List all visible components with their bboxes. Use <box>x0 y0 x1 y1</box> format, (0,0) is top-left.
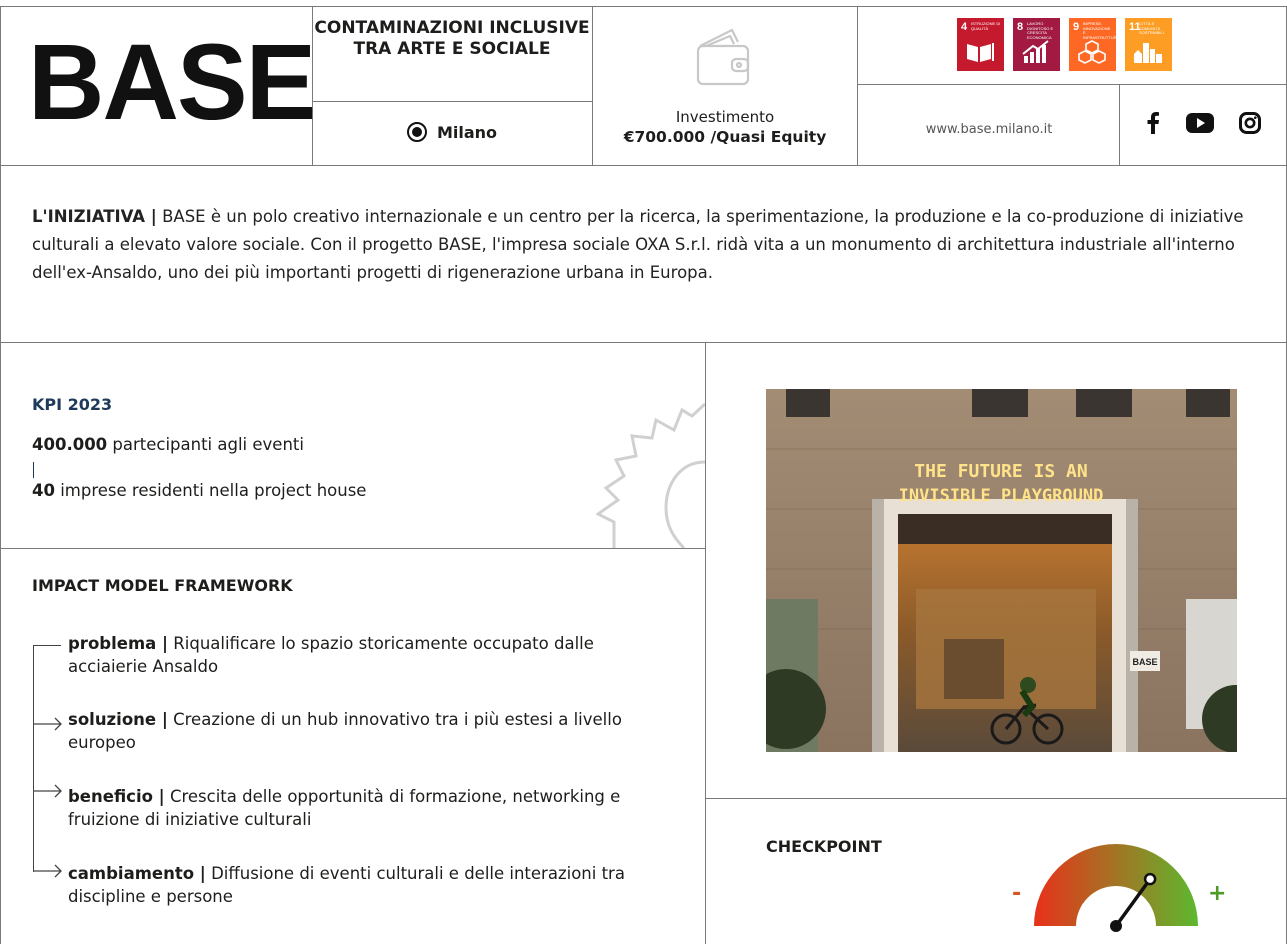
buildings-icon <box>1134 43 1162 63</box>
growth-chart-icon <box>1022 40 1049 63</box>
checkpoint-gauge: - + <box>1000 840 1240 936</box>
kpi-label: imprese residenti nella project house <box>54 481 367 500</box>
initiative-text: BASE è un polo creativo internazionale e… <box>32 207 1244 282</box>
facebook-icon[interactable] <box>1146 112 1160 138</box>
divider <box>705 342 706 944</box>
sdg-label: Città e comunità sostenibili <box>1139 21 1164 35</box>
investment: Investimento €700.000 /Quasi Equity <box>593 107 857 147</box>
building-photo: THE FUTURE IS AN INVISIBLE PLAYGROUND BA… <box>766 389 1237 752</box>
kpi-value: 400.000 <box>32 435 108 454</box>
sdg-badge: 4 Istruzione di qualità <box>957 18 1004 71</box>
initiative-label: L'INIZIATIVA | <box>32 207 157 226</box>
framework-item: cambiamento | Diffusione di eventi cultu… <box>68 862 668 908</box>
checkpoint-title: CHECKPOINT <box>766 837 882 856</box>
youtube-icon[interactable] <box>1185 113 1214 137</box>
framework-key: problema | <box>68 634 169 653</box>
social-links <box>1120 112 1287 138</box>
framework-key: beneficio | <box>68 787 165 806</box>
framework-connector <box>33 645 34 872</box>
framework-key: soluzione | <box>68 710 168 729</box>
kpi-title: KPI 2023 <box>32 395 113 414</box>
base-logo: BASE <box>28 21 316 142</box>
wallet-icon <box>692 26 752 92</box>
sdg-badge: 11 Città e comunità sostenibili <box>1125 18 1172 71</box>
kpi-separator <box>33 462 34 478</box>
sdg-label: Imprese, innovazione e infrastrutture <box>1083 21 1120 40</box>
framework-key: cambiamento | <box>68 864 206 883</box>
investment-label: Investimento <box>675 108 775 126</box>
gauge-arc <box>1034 844 1198 926</box>
kpi-label: partecipanti agli eventi <box>107 435 304 454</box>
kpi-item: 400.000 partecipanti agli eventi <box>32 435 304 454</box>
arrow-right-icon <box>33 864 62 878</box>
framework-item: soluzione | Creazione di un hub innovati… <box>68 708 628 754</box>
framework-connector <box>33 645 61 646</box>
sdg-badges: 4 Istruzione di qualità 8 Lavoro dignito… <box>957 18 1172 71</box>
location: Milano <box>312 122 592 142</box>
arrow-right-icon <box>33 717 62 731</box>
neon-sign: INVISIBLE PLAYGROUND <box>899 486 1104 506</box>
sdg-number: 8 <box>1017 21 1024 33</box>
framework-item: beneficio | Crescita delle opportunità d… <box>68 785 668 831</box>
project-title: CONTAMINAZIONI INCLUSIVE TRA ARTE E SOCI… <box>314 18 590 59</box>
instagram-icon[interactable] <box>1239 112 1262 138</box>
framework-title: IMPACT MODEL FRAMEWORK <box>32 576 293 595</box>
sdg-number: 4 <box>961 21 968 33</box>
location-pin-icon <box>406 122 427 142</box>
divider <box>0 165 1287 166</box>
sdg-badge: 8 Lavoro dignitoso e crescita economica <box>1013 18 1060 71</box>
divider <box>0 342 1287 343</box>
sdg-label: Istruzione di qualità <box>971 21 1001 31</box>
sdg-badge: 9 Imprese, innovazione e infrastrutture <box>1069 18 1120 71</box>
website-link[interactable]: www.base.milano.it <box>858 122 1120 137</box>
arrow-right-icon <box>33 784 62 798</box>
framework-item: problema | Riqualificare lo spazio stori… <box>68 632 668 678</box>
divider <box>857 6 858 165</box>
sdg-label: Lavoro dignitoso e crescita economica <box>1027 21 1054 40</box>
sdg-number: 9 <box>1073 21 1080 33</box>
gear-icon <box>595 402 707 552</box>
frame-top <box>0 6 1287 7</box>
frame-left <box>0 6 1 944</box>
book-icon <box>967 43 994 62</box>
gauge-needle-tip <box>1143 872 1157 886</box>
cubes-icon <box>1078 40 1106 64</box>
initiative-description: L'INIZIATIVA | BASE è un polo creativo i… <box>32 203 1257 287</box>
kpi-item: 40 imprese residenti nella project house <box>32 481 366 500</box>
kpi-value: 40 <box>32 481 55 500</box>
divider <box>705 798 1287 799</box>
door-sign: BASE <box>1132 657 1157 667</box>
gauge-minus: - <box>1012 881 1021 906</box>
gauge-pivot <box>1110 920 1122 932</box>
divider <box>312 101 592 102</box>
divider <box>857 84 1287 85</box>
investment-value: €700.000 /Quasi Equity <box>623 128 827 146</box>
city-label: Milano <box>436 122 498 142</box>
gauge-plus: + <box>1208 881 1226 906</box>
neon-sign: THE FUTURE IS AN <box>914 461 1087 482</box>
